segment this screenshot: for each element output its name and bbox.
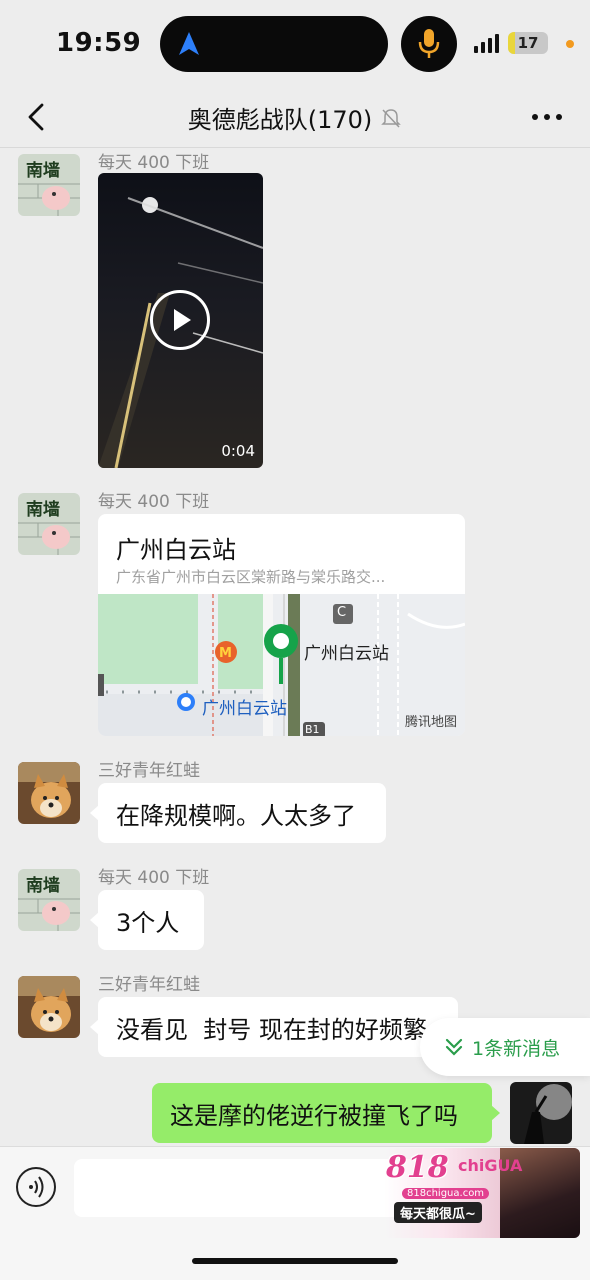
ad-slogan: 每天都很瓜~ xyxy=(394,1202,482,1223)
map-poi-label: 广州白云站 xyxy=(304,644,389,664)
text-message[interactable]: 3个人 xyxy=(90,890,204,950)
map-exit-b1: B1 xyxy=(305,723,320,736)
microphone-icon xyxy=(418,29,440,58)
text-message[interactable]: 没看见 封号 现在封的好频繁 xyxy=(90,997,458,1057)
play-icon[interactable] xyxy=(150,290,210,350)
ellipsis-icon[interactable] xyxy=(530,102,564,132)
sender-name: 三好青年红蛙 xyxy=(98,975,200,995)
home-indicator[interactable] xyxy=(192,1258,398,1264)
avatar[interactable] xyxy=(18,976,80,1038)
avatar-label: 南墙 xyxy=(26,500,60,520)
status-time: 19:59 xyxy=(56,28,142,58)
my-avatar[interactable] xyxy=(510,1082,572,1144)
navigation-arrow-icon xyxy=(179,32,199,55)
map-preview[interactable]: M 广州白云站 广州白云站 C B1 腾讯地图 xyxy=(98,594,465,736)
avatar-label: 南墙 xyxy=(26,876,60,896)
dynamic-island[interactable] xyxy=(160,16,388,72)
ad-logo: 818 xyxy=(386,1150,449,1185)
battery-indicator: 17 xyxy=(508,32,548,54)
voice-input-button[interactable] xyxy=(16,1167,56,1207)
shiba-avatar-image xyxy=(18,976,80,1038)
location-address: 广东省广州市白云区棠新路与棠乐路交... xyxy=(116,568,386,586)
text-message[interactable]: 在降规模啊。人太多了 xyxy=(90,783,386,843)
avatar[interactable]: 南墙 xyxy=(18,493,80,555)
sender-name: 每天 400 下班 xyxy=(98,492,210,512)
map-station-label: 广州白云站 xyxy=(202,699,287,719)
avatar[interactable]: 南墙 xyxy=(18,869,80,931)
map-provider-logo: 腾讯地图 xyxy=(404,715,457,730)
double-chevron-down-icon xyxy=(445,1038,463,1056)
my-text-message[interactable]: 这是摩的佬逆行被撞飞了吗 xyxy=(152,1083,500,1143)
my-avatar-image xyxy=(510,1082,572,1144)
message-text: 没看见 封号 现在封的好频繁 xyxy=(116,1015,427,1044)
signal-icon xyxy=(474,34,499,53)
battery-percent: 17 xyxy=(517,34,539,52)
new-messages-button[interactable]: 1条新消息 xyxy=(420,1018,590,1076)
video-duration: 0:04 xyxy=(221,442,255,460)
chat-header: 奥德彪战队(170) xyxy=(0,90,590,148)
bell-slash-icon xyxy=(381,108,402,128)
chat-title[interactable]: 奥德彪战队(170) xyxy=(0,100,590,135)
location-name: 广州白云站 xyxy=(116,536,236,564)
voice-icon xyxy=(29,1176,44,1198)
sender-name: 每天 400 下班 xyxy=(98,868,210,888)
watermark-ad[interactable]: 818 chiGUA 818chigua.com 每天都很瓜~ xyxy=(384,1148,580,1238)
map-exit-c: C xyxy=(337,605,347,620)
svg-text:M: M xyxy=(219,646,232,661)
video-message[interactable]: 0:04 xyxy=(98,173,263,468)
ad-logo-sub: chiGUA xyxy=(458,1156,523,1175)
status-bar: 19:59 17 xyxy=(0,0,590,90)
shiba-avatar-image xyxy=(18,762,80,824)
new-messages-label: 1条新消息 xyxy=(472,1037,561,1060)
privacy-dot xyxy=(566,40,574,48)
location-message[interactable]: 广州白云站 广东省广州市白云区棠新路与棠乐路交... M 广州白云站 广州白云站… xyxy=(98,514,465,736)
message-text: 3个人 xyxy=(116,908,180,937)
avatar[interactable] xyxy=(18,762,80,824)
avatar-label: 南墙 xyxy=(26,161,60,181)
ad-url: 818chigua.com xyxy=(402,1188,490,1199)
message-text: 在降规模啊。人太多了 xyxy=(116,801,356,830)
sender-name: 每天 400 下班 xyxy=(98,153,210,173)
avatar[interactable]: 南墙 xyxy=(18,154,80,216)
message-text: 这是摩的佬逆行被撞飞了吗 xyxy=(170,1101,458,1130)
chat-title-text: 奥德彪战队(170) xyxy=(187,106,373,134)
sender-name: 三好青年红蛙 xyxy=(98,761,200,781)
microphone-indicator[interactable] xyxy=(401,16,457,72)
